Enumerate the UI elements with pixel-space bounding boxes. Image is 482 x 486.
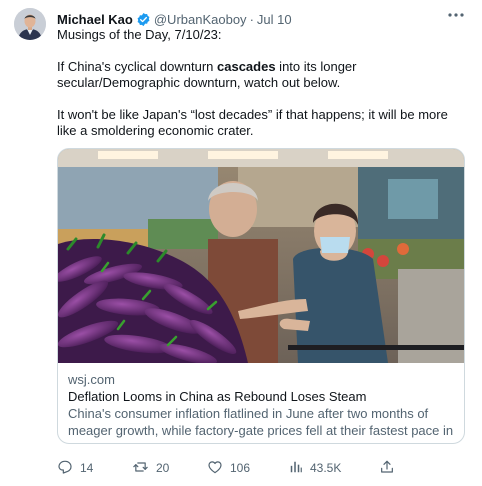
tweet-date[interactable]: Jul 10 [257,12,292,27]
author-handle[interactable]: @UrbanKaoboy [154,12,247,27]
bar-chart-icon [289,460,303,477]
verified-badge-icon [136,12,151,27]
tweet-text-paragraph-3: It won't be like Japan's “lost decades” … [57,107,448,138]
share-icon [379,459,395,478]
article-image [58,149,464,363]
reply-icon [57,459,73,478]
tweet[interactable]: Michael Kao @UrbanKaoboy · Jul 10 Musing… [0,0,482,486]
link-preview-text: wsj.com Deflation Looms in China as Rebo… [68,371,454,443]
tweet-text-line1: Musings of the Day, 7/10/23: [57,27,222,42]
reply-button[interactable]: 14 [57,458,93,478]
retweet-icon [132,459,149,478]
link-title: Deflation Looms in China as Rebound Lose… [68,389,367,404]
link-preview-card[interactable]: wsj.com Deflation Looms in China as Rebo… [57,148,465,444]
like-button[interactable]: 106 [207,458,250,478]
retweet-count: 20 [156,461,170,475]
tweet-text-paragraph-2: If China's cyclical downturn cascades in… [57,59,468,91]
retweet-button[interactable]: 20 [132,458,169,478]
link-domain: wsj.com [68,372,115,387]
view-count: 43.5K [310,461,342,475]
tweet-text-bold-word: cascades [217,59,276,74]
avatar-photo [14,8,46,40]
tweet-header: Michael Kao @UrbanKaoboy · Jul 10 [57,9,470,29]
link-description: China's consumer inflation flatlined in … [68,406,454,443]
separator-dot: · [249,11,254,27]
avatar[interactable] [14,8,46,40]
tweet-actions: 14 20 106 43.5K [57,458,407,478]
author-name[interactable]: Michael Kao [57,12,133,27]
tweet-text-p2-start: If China's cyclical downturn [57,59,217,74]
views-button[interactable]: 43.5K [289,458,341,478]
more-horizontal-icon[interactable] [444,6,468,24]
tweet-text: Musings of the Day, 7/10/23: If China's … [57,27,468,139]
share-button[interactable] [379,458,395,478]
like-count: 106 [230,461,251,475]
reply-count: 14 [80,461,94,475]
heart-icon [207,459,223,478]
